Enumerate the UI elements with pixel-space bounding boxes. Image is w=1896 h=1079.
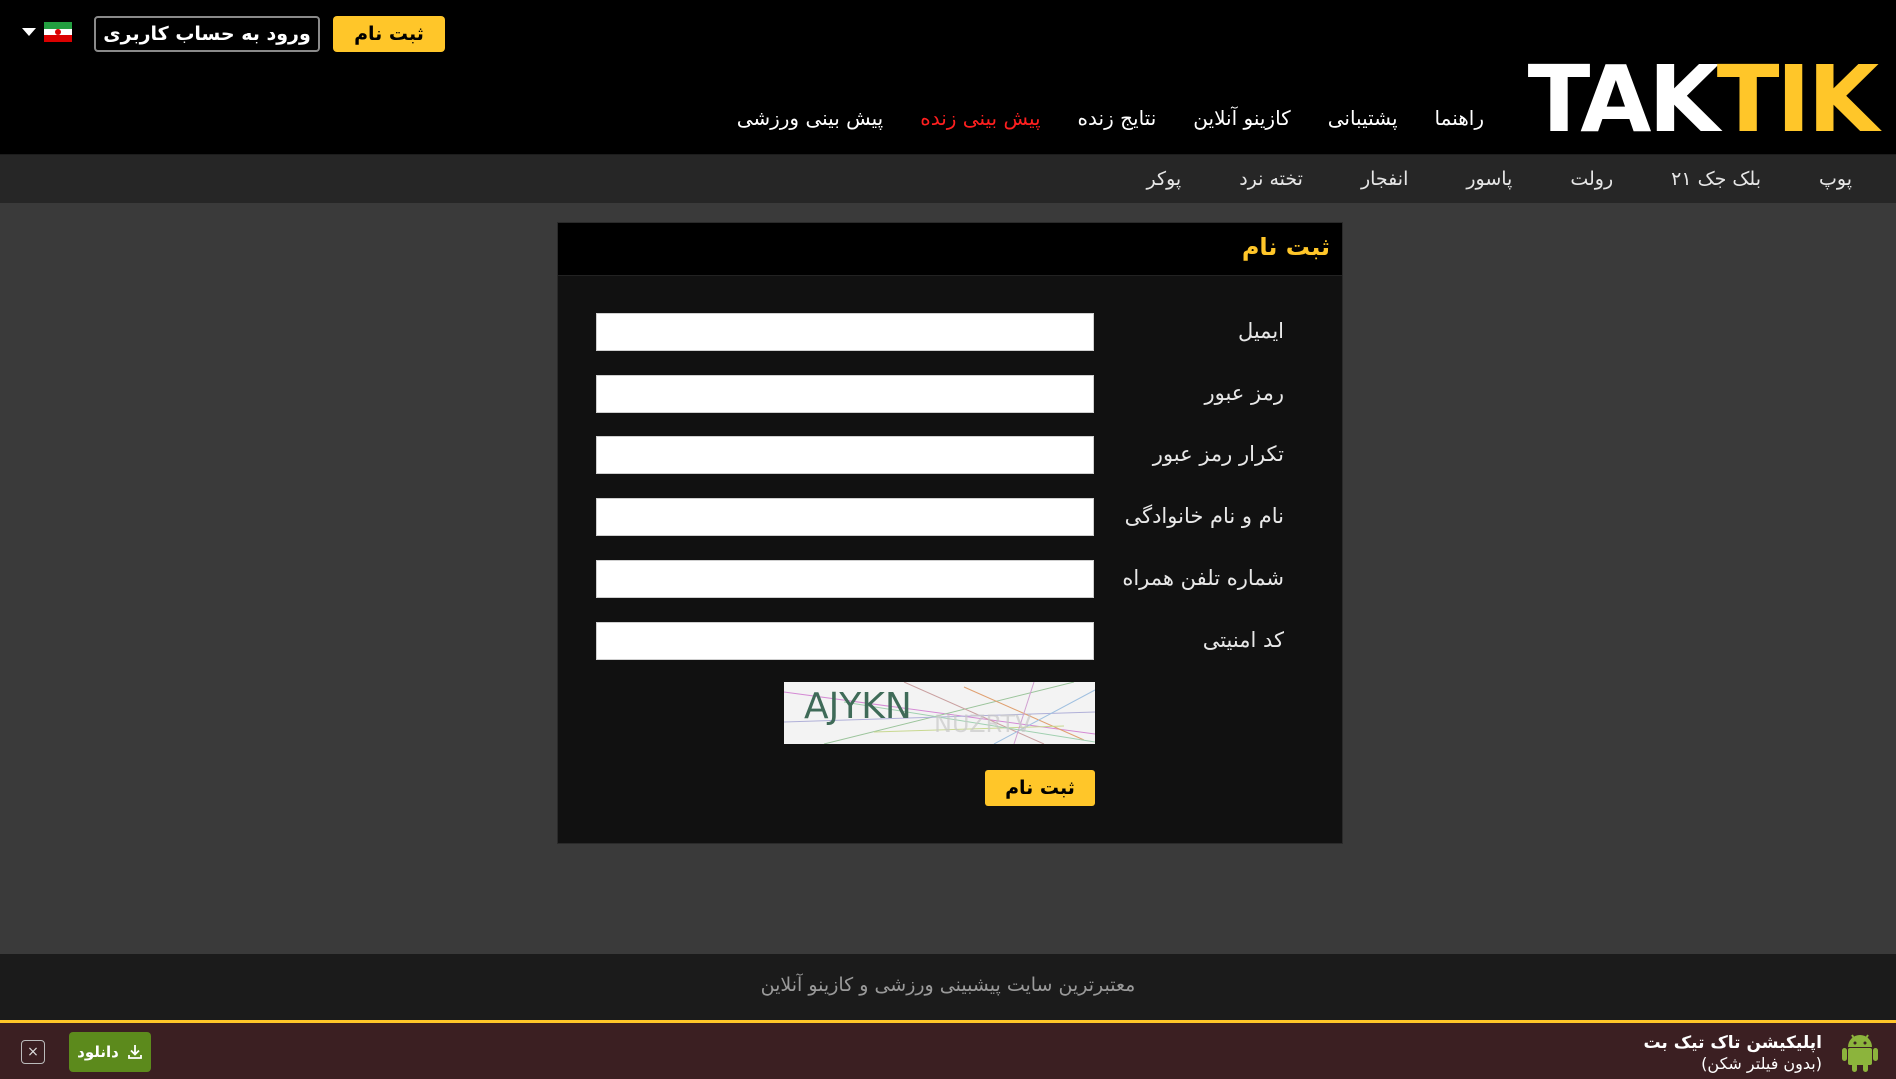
footer-tagline: معتبرترین سایت پیشبینی ورزشی و کازینو آن… [760,974,1136,996]
site-footer: معتبرترین سایت پیشبینی ورزشی و کازینو آن… [0,954,1896,1020]
submit-register-button[interactable]: ثبت نام [985,770,1095,806]
logo-text-right: TIK [1716,46,1879,153]
nav-item-live-betting[interactable]: پیش بینی زنده [920,106,1040,130]
download-icon [127,1045,142,1059]
form-row-password: رمز عبور [558,375,1344,415]
form-row-phone: شماره تلفن همراه [558,560,1344,600]
captcha-text: AJYKN [804,686,912,727]
phone-label: شماره تلفن همراه [1122,566,1284,590]
games-nav-item[interactable]: پوپ [1819,168,1852,190]
login-button[interactable]: ورود به حساب کاربری [94,16,320,52]
games-nav-item[interactable]: پاسور [1466,168,1512,190]
nav-item-support[interactable]: پشتیبانی [1328,106,1398,130]
games-nav: پوکر تخته نرد انفجار پاسور رولت بلک جک ۲… [0,155,1896,203]
iran-flag-icon[interactable] [44,22,72,43]
security-code-field[interactable] [596,622,1094,660]
close-icon: × [27,1044,39,1060]
form-row-fullname: نام و نام خانوادگی [558,498,1344,538]
site-header: ورود به حساب کاربری ثبت نام پیش بینی ورز… [0,0,1896,155]
nav-item-help[interactable]: راهنما [1435,106,1484,130]
panel-title: ثبت نام [1241,233,1330,261]
close-banner-button[interactable]: × [21,1040,45,1064]
password-field[interactable] [596,375,1094,413]
fullname-label: نام و نام خانوادگی [1124,504,1284,528]
download-label: دانلود [77,1043,119,1061]
nav-item-sports-betting[interactable]: پیش بینی ورزشی [737,106,884,130]
email-label: ایمیل [1237,319,1284,343]
main-nav: پیش بینی ورزشی پیش بینی زنده نتایج زنده … [737,100,1484,136]
app-download-banner: اپلیکیشن تاک تیک بت (بدون فیلتر شکن) دان… [0,1020,1896,1079]
games-nav-item[interactable]: تخته نرد [1239,168,1303,190]
panel-header: ثبت نام [558,223,1342,276]
svg-text:NUZRTV: NUZRTV [934,710,1032,738]
app-banner-subtitle: (بدون فیلتر شکن) [1701,1054,1822,1073]
password-label: رمز عبور [1204,381,1284,405]
games-nav-item[interactable]: رولت [1570,168,1613,190]
captcha-image: NUZRTV AJYKN [784,682,1095,744]
games-nav-item[interactable]: پوکر [1147,168,1182,190]
language-selector[interactable] [22,22,72,43]
android-icon [1842,1034,1878,1072]
password-confirm-field[interactable] [596,436,1094,474]
app-banner-title: اپلیکیشن تاک تیک بت [1643,1033,1822,1053]
nav-item-live-results[interactable]: نتایج زنده [1078,106,1157,130]
nav-item-online-casino[interactable]: کازینو آنلاین [1193,106,1290,130]
password-confirm-label: تکرار رمز عبور [1152,442,1284,466]
site-logo[interactable]: TAK TIK [1528,54,1879,146]
download-app-button[interactable]: دانلود [69,1032,151,1072]
fullname-field[interactable] [596,498,1094,536]
phone-field[interactable] [596,560,1094,598]
games-nav-item[interactable]: بلک جک ۲۱ [1671,168,1761,190]
register-panel: ثبت نام ایمیل رمز عبور تکرار رمز عبور نا… [557,222,1343,844]
games-nav-item[interactable]: انفجار [1361,168,1408,190]
form-row-email: ایمیل [558,313,1344,353]
security-code-label: کد امنیتی [1202,628,1284,652]
form-row-security-code: کد امنیتی [558,622,1344,662]
register-button[interactable]: ثبت نام [333,16,445,52]
email-field[interactable] [596,313,1094,351]
caret-down-icon[interactable] [22,28,36,36]
logo-text-left: TAK [1527,46,1720,153]
form-row-password-confirm: تکرار رمز عبور [558,436,1344,476]
